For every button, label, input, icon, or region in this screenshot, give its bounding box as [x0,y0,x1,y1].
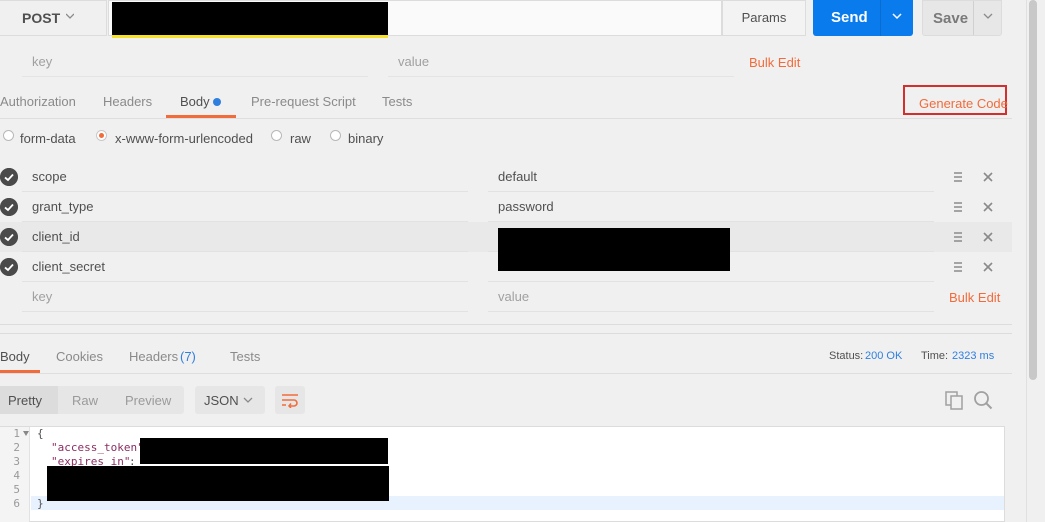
drag-handle-icon[interactable] [952,201,964,213]
time-value: 2323 ms [952,350,995,362]
radio-binary[interactable] [330,130,341,141]
new-row-key-underline [22,311,468,312]
chevron-down-icon [66,13,74,19]
params-bulk-edit-link[interactable]: Bulk Edit [749,55,800,70]
chevron-down-icon[interactable] [892,12,902,20]
url-variable-underline [112,35,388,38]
chevron-down-icon[interactable] [983,12,993,20]
param-value-placeholder: value [398,54,430,69]
new-row-value-underline [488,311,934,312]
scrollbar-thumb[interactable] [1029,0,1037,380]
checkmark-icon[interactable] [0,198,18,216]
response-tab-body[interactable]: Body [0,349,30,364]
drag-handle-icon[interactable] [952,171,964,183]
redacted-access-token [140,438,388,464]
param-value-input[interactable]: value [388,52,734,77]
send-label: Send [831,9,868,26]
format-select-label: JSON [204,393,239,408]
close-icon[interactable] [982,231,994,243]
form-row-value[interactable]: default [498,169,537,184]
line-number: 4 [13,469,20,482]
tab-body[interactable]: Body [180,94,210,109]
save-label: Save [933,10,969,27]
param-key-placeholder: key [32,54,53,69]
redacted-response-lines [47,466,389,501]
code-line-open-brace: { [37,427,44,440]
form-row-key[interactable]: grant_type [32,199,93,214]
tab-tests[interactable]: Tests [382,94,412,109]
time-label: Time: [921,350,949,362]
radio-x-www-form-urlencoded[interactable] [96,130,107,141]
view-mode-raw[interactable]: Raw [72,393,98,408]
response-tabs-divider [0,373,1012,374]
response-divider-bottom [0,333,1012,334]
redacted-client-credentials [498,228,730,271]
send-divider [880,0,881,36]
view-mode-pretty-label: Pretty [8,393,42,408]
checkmark-icon[interactable] [0,228,18,246]
checkmark-icon[interactable] [0,168,18,186]
params-button[interactable]: Params [722,0,806,36]
line-number: 6 [13,497,20,510]
close-icon[interactable] [982,171,994,183]
copy-icon[interactable] [944,390,964,410]
tab-body-indicator-dot [213,98,221,106]
radio-label-form-data: form-data [20,131,76,146]
tabs-divider [0,118,1012,119]
save-button[interactable]: Save [922,0,1002,36]
form-row-key[interactable]: scope [32,169,67,184]
param-key-input[interactable]: key [22,52,368,77]
line-number: 1 [13,427,20,440]
response-tab-cookies[interactable]: Cookies [56,349,103,364]
body-bulk-edit-link[interactable]: Bulk Edit [949,290,1000,305]
wrap-lines-button[interactable] [275,386,305,414]
format-select[interactable]: JSON [195,386,265,414]
status-label: Status: [829,350,864,362]
code-line-close-brace: } [37,497,44,510]
generate-code-link[interactable]: Generate Code [919,96,1008,111]
new-row-value-placeholder[interactable]: value [498,289,529,304]
form-row-value-underline [488,281,934,282]
form-row-key-underline [22,281,468,282]
response-tab-headers[interactable]: Headers [129,349,178,364]
redacted-url [112,2,388,35]
close-icon[interactable] [982,201,994,213]
radio-label-x-www-form-urlencoded: x-www-form-urlencoded [115,131,253,146]
send-button[interactable]: Send [813,0,913,36]
form-row-key[interactable]: client_id [32,229,80,244]
wrap-lines-icon [282,394,298,408]
code-key-access-token: "access_token" [51,441,144,454]
response-tab-tests[interactable]: Tests [230,349,260,364]
fold-caret-icon[interactable] [23,431,29,436]
search-icon[interactable] [973,390,993,410]
checkmark-icon[interactable] [0,258,18,276]
new-row-key-placeholder[interactable]: key [32,289,52,304]
line-number: 5 [13,483,20,496]
save-divider [973,1,974,35]
radio-raw[interactable] [271,130,282,141]
form-row-value[interactable]: password [498,199,554,214]
status-value: 200 OK [865,350,903,362]
tab-headers[interactable]: Headers [103,94,152,109]
radio-label-binary: binary [348,131,384,146]
drag-handle-icon[interactable] [952,261,964,273]
form-row-key[interactable]: client_secret [32,259,105,274]
method-label: POST [22,10,61,26]
line-number: 3 [13,455,20,468]
radio-form-data[interactable] [3,130,14,141]
response-headers-count: (7) [180,349,196,364]
response-divider-top [0,324,1012,325]
tab-pre-request-script[interactable]: Pre-request Script [251,94,356,109]
line-number: 2 [13,441,20,454]
close-icon[interactable] [982,261,994,273]
drag-handle-icon[interactable] [952,231,964,243]
radio-label-raw: raw [290,131,311,146]
view-mode-preview[interactable]: Preview [125,393,171,408]
chevron-down-icon [243,397,253,403]
tab-authorization[interactable]: Authorization [0,94,76,109]
